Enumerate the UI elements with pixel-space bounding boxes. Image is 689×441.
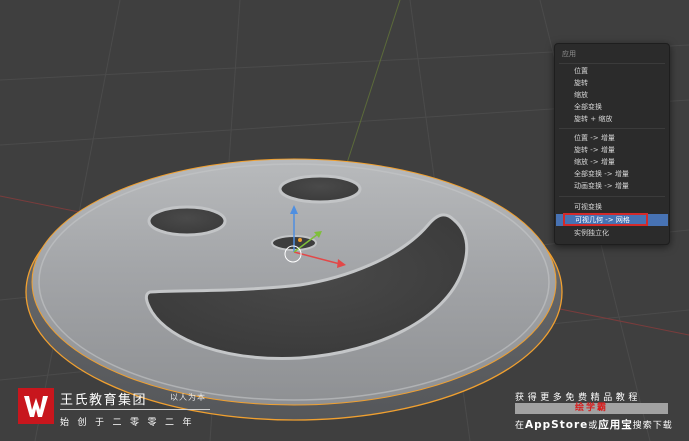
menu-item-location-to-deltas[interactable]: 位置 -> 增量 <box>555 132 669 144</box>
eye-hole-left <box>147 205 227 237</box>
promo-or: 或 <box>588 421 599 431</box>
promo-yingyongbao: 应用宝 <box>598 419 633 431</box>
menu-item-location[interactable]: 位置 <box>555 65 669 77</box>
brand-logo-icon <box>18 388 54 424</box>
menu-item-rotation-scale[interactable]: 旋转 + 缩放 <box>555 113 669 125</box>
menu-item-rotation-to-deltas[interactable]: 旋转 -> 增量 <box>555 144 669 156</box>
menu-item-scale-to-deltas[interactable]: 缩放 -> 增量 <box>555 156 669 168</box>
brand-watermark: 王氏教育集团 以人为本 始创于二零零二年 <box>18 388 218 432</box>
promo-app-bar: 绘学霸 <box>515 403 668 414</box>
highlight-annotation-box <box>563 213 648 226</box>
promo-prefix: 在 <box>515 421 526 431</box>
smiley-mesh-object[interactable] <box>25 158 563 421</box>
promo-app-name: 绘学霸 <box>574 403 608 413</box>
promo-suffix: 搜索下载 <box>632 421 673 431</box>
menu-item-visual-transform[interactable]: 可视变换 <box>555 201 669 213</box>
menu-item-all-transforms-to-deltas[interactable]: 全部变换 -> 增量 <box>555 168 669 180</box>
menu-item-scale[interactable]: 缩放 <box>555 89 669 101</box>
menu-item-rotation[interactable]: 旋转 <box>555 77 669 89</box>
brand-since: 始创于二零零二年 <box>60 418 201 428</box>
menu-separator <box>559 196 665 197</box>
brand-name: 王氏教育集团 <box>60 393 148 408</box>
menu-item-all-transforms[interactable]: 全部变换 <box>555 101 669 113</box>
eye-hole-right <box>278 174 362 204</box>
promo-download-line: 在AppStore或应用宝搜索下载 <box>515 417 673 432</box>
brand-divider <box>60 409 210 410</box>
promo-appstore: AppStore <box>525 419 589 431</box>
brand-motto: 以人为本 <box>170 393 206 402</box>
menu-separator <box>559 63 665 64</box>
menu-title: 应用 <box>562 50 576 58</box>
menu-separator <box>559 128 665 129</box>
promo-headline: 获得更多免费精品教程 <box>515 393 642 403</box>
menu-item-make-instances-real[interactable]: 实例独立化 <box>555 227 669 239</box>
menu-item-animated-transforms-to-deltas[interactable]: 动画变换 -> 增量 <box>555 180 669 192</box>
